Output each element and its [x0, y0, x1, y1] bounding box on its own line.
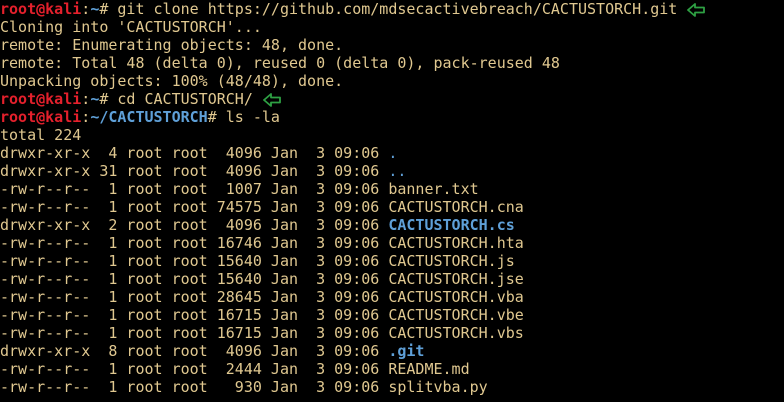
- file-name: CACTUSTORCH.hta: [388, 234, 524, 252]
- prompt-symbol: #: [207, 108, 217, 126]
- prompt-separator: :: [81, 0, 91, 18]
- command-ls: ls -la: [225, 108, 280, 126]
- listing-row-meta: -rw-r--r-- 1 root root 74575 Jan 3 09:06: [0, 198, 389, 216]
- listing-row-meta: drwxr-xr-x 31 root root 4096 Jan 3 09:06: [0, 162, 389, 180]
- file-name: CACTUSTORCH.jse: [388, 270, 524, 288]
- listing-row-meta: -rw-r--r-- 1 root root 15640 Jan 3 09:06: [0, 252, 389, 270]
- prompt-user-host: root@kali: [0, 90, 82, 108]
- listing-total: total 224: [0, 126, 82, 144]
- file-name: splitvba.py: [388, 378, 488, 396]
- prompt-separator: :: [81, 90, 91, 108]
- listing-row-meta: -rw-r--r-- 1 root root 16715 Jan 3 09:06: [0, 324, 389, 342]
- listing-row-meta: drwxr-xr-x 4 root root 4096 Jan 3 09:06: [0, 144, 389, 162]
- prompt-path: ~: [90, 90, 100, 108]
- listing-row: drwxr-xr-x 4 root root 4096 Jan 3 09:06 …: [0, 144, 784, 162]
- file-name: CACTUSTORCH.cna: [388, 198, 524, 216]
- prompt-line-cd: root@kali:~# cd CACTUSTORCH/: [0, 90, 784, 108]
- listing-row: drwxr-xr-x 2 root root 4096 Jan 3 09:06 …: [0, 216, 784, 234]
- prompt-user-host: root@kali: [0, 0, 82, 18]
- clone-output-line: remote: Enumerating objects: 48, done.: [0, 36, 344, 54]
- terminal-window[interactable]: root@kali:~# git clone https://github.co…: [0, 0, 784, 402]
- listing-row-meta: drwxr-xr-x 2 root root 4096 Jan 3 09:06: [0, 216, 389, 234]
- listing-row: -rw-r--r-- 1 root root 28645 Jan 3 09:06…: [0, 288, 784, 306]
- listing-row-meta: -rw-r--r-- 1 root root 2444 Jan 3 09:06: [0, 360, 389, 378]
- listing-row: -rw-r--r-- 1 root root 15640 Jan 3 09:06…: [0, 252, 784, 270]
- prompt-path: ~/CACTUSTORCH: [90, 108, 208, 126]
- command-cd: cd CACTUSTORCH/: [117, 90, 253, 108]
- listing-row: -rw-r--r-- 1 root root 2444 Jan 3 09:06 …: [0, 360, 784, 378]
- listing-row: drwxr-xr-x 8 root root 4096 Jan 3 09:06 …: [0, 342, 784, 360]
- file-name: CACTUSTORCH.vbe: [388, 306, 524, 324]
- left-arrow-icon: [262, 93, 281, 107]
- directory-name: CACTUSTORCH.cs: [388, 216, 515, 234]
- prompt-line-ls: root@kali:~/CACTUSTORCH# ls -la: [0, 108, 784, 126]
- directory-name: .git: [388, 342, 425, 360]
- listing-row-meta: -rw-r--r-- 1 root root 16746 Jan 3 09:06: [0, 234, 389, 252]
- file-name: CACTUSTORCH.js: [388, 252, 515, 270]
- file-name: CACTUSTORCH.vba: [388, 288, 524, 306]
- command-clone: git clone https://github.com/mdsecactive…: [117, 0, 678, 18]
- directory-listing: drwxr-xr-x 4 root root 4096 Jan 3 09:06 …: [0, 144, 784, 396]
- file-name: CACTUSTORCH.vbs: [388, 324, 524, 342]
- listing-row: drwxr-xr-x 31 root root 4096 Jan 3 09:06…: [0, 162, 784, 180]
- listing-row-meta: -rw-r--r-- 1 root root 1007 Jan 3 09:06: [0, 180, 389, 198]
- listing-row: -rw-r--r-- 1 root root 74575 Jan 3 09:06…: [0, 198, 784, 216]
- listing-row: -rw-r--r-- 1 root root 16746 Jan 3 09:06…: [0, 234, 784, 252]
- prompt-path: ~: [90, 0, 100, 18]
- clone-output-line: remote: Total 48 (delta 0), reused 0 (de…: [0, 54, 560, 72]
- listing-row: -rw-r--r-- 1 root root 15640 Jan 3 09:06…: [0, 270, 784, 288]
- listing-row-meta: -rw-r--r-- 1 root root 930 Jan 3 09:06: [0, 378, 389, 396]
- prompt-line-clone: root@kali:~# git clone https://github.co…: [0, 0, 784, 18]
- listing-row-meta: -rw-r--r-- 1 root root 16715 Jan 3 09:06: [0, 306, 389, 324]
- left-arrow-icon: [687, 3, 706, 17]
- listing-row: -rw-r--r-- 1 root root 930 Jan 3 09:06 s…: [0, 378, 784, 396]
- file-name: README.md: [388, 360, 470, 378]
- directory-name: .: [388, 144, 398, 162]
- file-name: banner.txt: [388, 180, 479, 198]
- listing-row-meta: -rw-r--r-- 1 root root 28645 Jan 3 09:06: [0, 288, 389, 306]
- clone-output-line: Unpacking objects: 100% (48/48), done.: [0, 72, 344, 90]
- listing-row-meta: drwxr-xr-x 8 root root 4096 Jan 3 09:06: [0, 342, 389, 360]
- listing-row: -rw-r--r-- 1 root root 16715 Jan 3 09:06…: [0, 306, 784, 324]
- prompt-separator: :: [81, 108, 91, 126]
- clone-output-line: Cloning into 'CACTUSTORCH'...: [0, 18, 262, 36]
- listing-row: -rw-r--r-- 1 root root 1007 Jan 3 09:06 …: [0, 180, 784, 198]
- prompt-user-host: root@kali: [0, 108, 82, 126]
- listing-row: -rw-r--r-- 1 root root 16715 Jan 3 09:06…: [0, 324, 784, 342]
- directory-name: ..: [388, 162, 407, 180]
- listing-row-meta: -rw-r--r-- 1 root root 15640 Jan 3 09:06: [0, 270, 389, 288]
